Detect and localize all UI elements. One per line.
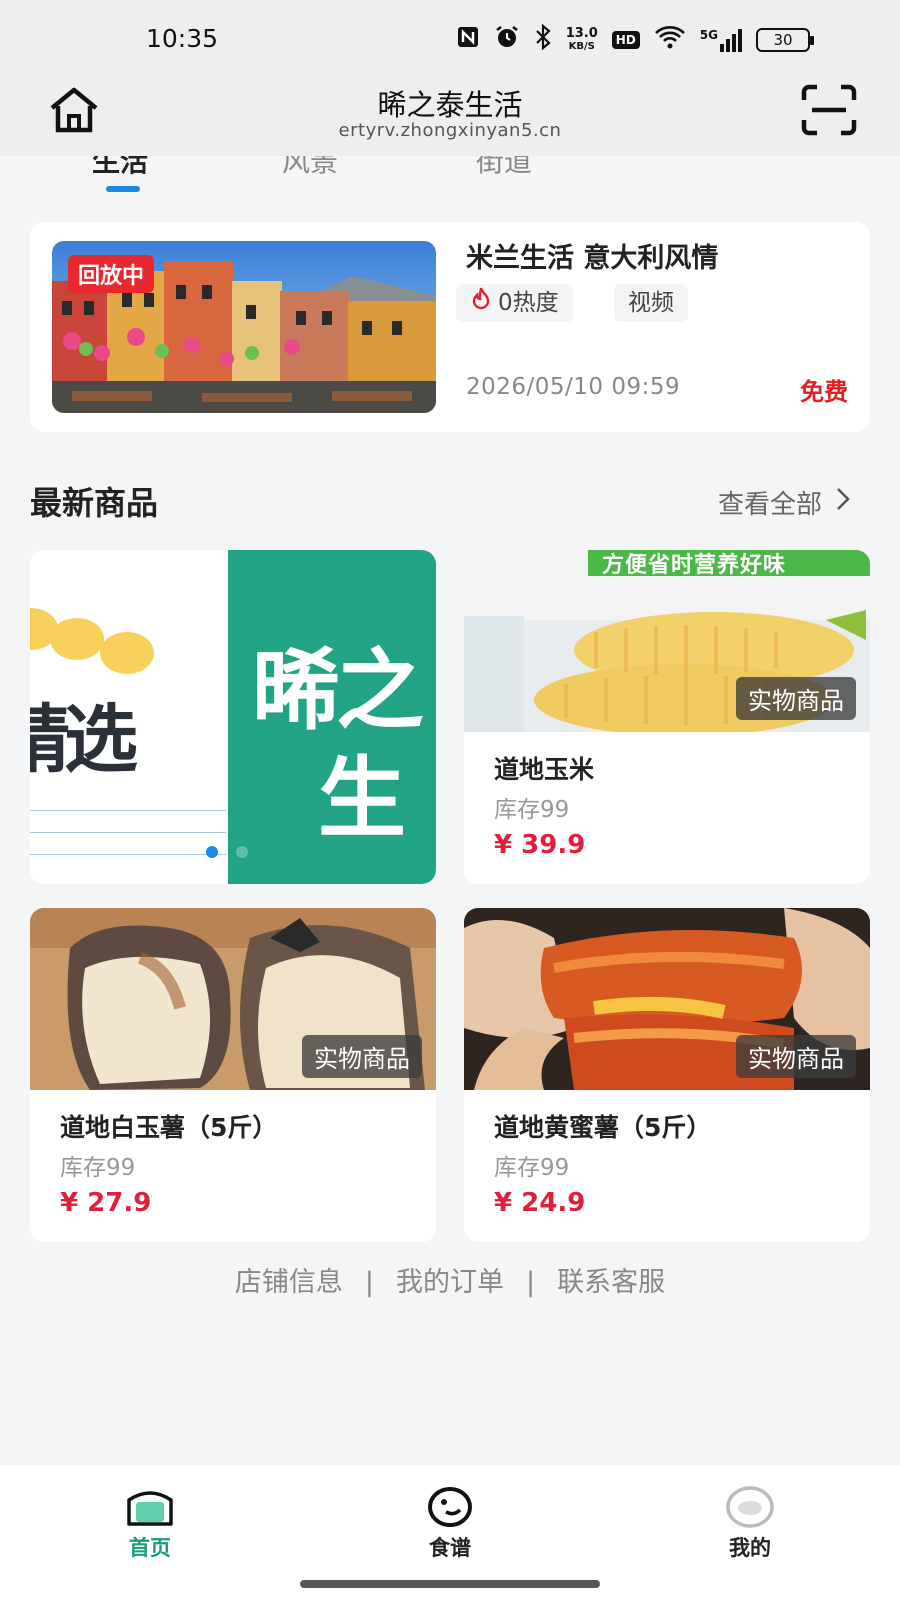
live-thumbnail[interactable]: 回放中 [52, 241, 436, 413]
decor-coin [100, 632, 154, 674]
product-image[interactable]: 实物商品 [30, 908, 436, 1090]
network-speed: 13.0 KB/S [565, 25, 598, 53]
product-stock: 库存99 [494, 797, 570, 823]
product-card[interactable]: 实物商品 道地黄蜜薯（5斤） 库存99 ¥ 24.9 [464, 908, 870, 1242]
my-orders-link[interactable]: 我的订单 [396, 1267, 504, 1298]
heat-count: 0热度 [498, 290, 559, 316]
product-tag: 实物商品 [736, 677, 856, 720]
speed-unit: KB/S [568, 40, 595, 52]
product-tag: 实物商品 [302, 1035, 422, 1078]
tab-scenery[interactable]: 风景 [282, 156, 338, 180]
decor-line [30, 810, 226, 811]
status-bar: 10:35 13.0 KB/S HD 5G 30 [0, 0, 900, 78]
scan-icon[interactable] [800, 84, 858, 136]
gesture-bar[interactable] [300, 1580, 600, 1588]
view-all-label: 查看全部 [717, 490, 822, 520]
hd-icon: HD [611, 31, 640, 49]
nfc-icon [456, 25, 480, 55]
decor-coin [50, 618, 104, 660]
footer-links: 店铺信息 | 我的订单 | 联系客服 [0, 1260, 900, 1299]
product-image[interactable]: 方便省时营养好味 实物商品 [464, 550, 870, 732]
live-price: 免费 [800, 378, 848, 406]
product-stock: 库存99 [60, 1155, 136, 1181]
nav-recipes[interactable]: 食谱 [390, 1486, 510, 1562]
store-info-link[interactable]: 店铺信息 [235, 1267, 343, 1298]
status-icons: 13.0 KB/S HD 5G 30 [456, 23, 814, 56]
category-tabs: 生活 风景 街道 [0, 156, 900, 196]
nav-mine[interactable]: 我的 [690, 1486, 810, 1562]
carousel-dot[interactable] [236, 846, 248, 858]
carousel-dot-active[interactable] [206, 846, 218, 858]
nav-mine-label: 我的 [729, 1536, 771, 1560]
app-header: 晞之泰生活 ertyrv.zhongxinyan5.cn [0, 78, 900, 156]
tab-street[interactable]: 街道 [476, 156, 532, 180]
page-title: 晞之泰生活 [377, 88, 523, 122]
profile-tab-icon [724, 1486, 776, 1528]
nav-recipes-label: 食谱 [429, 1536, 471, 1560]
nav-home-label: 首页 [129, 1536, 171, 1560]
recipe-tab-icon [424, 1486, 476, 1528]
battery-icon: 30 [756, 28, 814, 52]
bottom-nav: 首页 食谱 我的 [0, 1466, 900, 1600]
network-type: 5G [699, 28, 718, 42]
promo-banner[interactable]: 精选 晞之 生 [30, 550, 436, 884]
speed-value: 13.0 [565, 25, 598, 41]
flame-icon [470, 284, 492, 322]
product-stock: 库存99 [494, 1155, 570, 1181]
decor-line [30, 854, 226, 855]
heat-chip: 0热度 [456, 284, 573, 322]
section-title: 最新商品 [30, 484, 159, 522]
wifi-icon [654, 25, 686, 55]
live-datetime: 2026/05/10 09:59 [466, 374, 681, 400]
product-card[interactable]: 方便省时营养好味 实物商品 道地玉米 库存99 ¥ 39.9 [464, 550, 870, 884]
decor-line [30, 832, 226, 833]
tab-life[interactable]: 生活 [92, 156, 148, 180]
banner-text-select: 精选 [30, 697, 138, 783]
status-time: 10:35 [146, 24, 219, 53]
live-title[interactable]: 米兰生活 意大利风情 [466, 236, 718, 275]
product-image[interactable]: 实物商品 [464, 908, 870, 1090]
corn-banner-text: 方便省时营养好味 [602, 553, 787, 578]
bluetooth-icon [534, 23, 552, 56]
view-all-link[interactable]: 查看全部 [718, 484, 850, 521]
product-name: 道地白玉薯（5斤） [60, 1113, 278, 1142]
product-tag: 实物商品 [736, 1035, 856, 1078]
live-card[interactable]: 回放中 米兰生活 意大利风情 0热度 视频 2026/05/10 09:59 免… [30, 222, 870, 432]
product-price: ¥ 39.9 [494, 830, 586, 860]
nav-home[interactable]: 首页 [90, 1486, 210, 1562]
page-url: ertyrv.zhongxinyan5.cn [338, 120, 562, 141]
separator: | [526, 1267, 536, 1298]
product-card[interactable]: 实物商品 道地白玉薯（5斤） 库存99 ¥ 27.9 [30, 908, 436, 1242]
signal-icon: 5G [700, 28, 742, 52]
tab-indicator [106, 186, 140, 192]
chevron-right-icon [836, 487, 850, 518]
product-name: 道地玉米 [494, 755, 595, 784]
type-chip: 视频 [614, 284, 688, 322]
separator: | [364, 1267, 374, 1298]
banner-life-text: 生 [318, 747, 407, 850]
replay-badge: 回放中 [68, 255, 155, 293]
product-price: ¥ 24.9 [494, 1188, 586, 1218]
contact-service-link[interactable]: 联系客服 [557, 1267, 665, 1298]
home-tab-icon [124, 1486, 176, 1528]
product-price: ¥ 27.9 [60, 1188, 152, 1218]
product-name: 道地黄蜜薯（5斤） [494, 1113, 712, 1142]
alarm-icon [494, 24, 520, 56]
